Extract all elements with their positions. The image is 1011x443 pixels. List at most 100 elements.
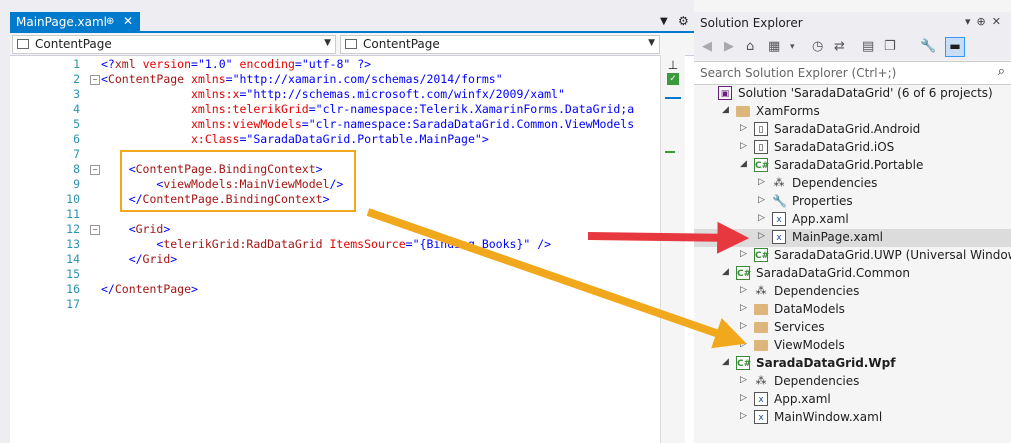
solution-tree[interactable]: ▣ Solution 'SaradaDataGrid' (6 of 6 proje… [694, 85, 1011, 443]
code-text: </Grid> [101, 252, 178, 266]
code-text: <Grid> [101, 222, 171, 236]
pin-icon[interactable]: ⊕ [106, 16, 114, 27]
collapse-icon[interactable]: ◢ [740, 159, 747, 169]
chevron-down-icon: ▼ [324, 38, 331, 48]
chevron-down-icon[interactable]: ▾ [790, 42, 795, 52]
tree-node-label: SaradaDataGrid.Portable [774, 158, 924, 172]
collapse-icon[interactable]: ◢ [722, 105, 729, 115]
tree-node[interactable]: ▷ x App.xaml [694, 211, 1011, 229]
nav-right-value: ContentPage [363, 37, 440, 51]
tree-node[interactable]: ◢ C# SaradaDataGrid.Portable [694, 157, 1011, 175]
code-line[interactable]: 6 x:Class="SaradaDataGrid.Portable.MainP… [10, 132, 660, 147]
expand-icon[interactable]: ▷ [740, 303, 747, 313]
gear-icon[interactable]: ⚙ [678, 14, 689, 28]
tree-node[interactable]: ▷ ▯ SaradaDataGrid.iOS [694, 139, 1011, 157]
code-line[interactable]: 4 xmlns:telerikGrid="clr-namespace:Teler… [10, 102, 660, 117]
code-line[interactable]: 5 xmlns:viewModels="clr-namespace:Sarada… [10, 117, 660, 132]
expand-icon[interactable]: ▷ [740, 249, 747, 259]
tree-node[interactable]: ▷ ⁂ Dependencies [694, 373, 1011, 391]
tree-node[interactable]: ◢ C# SaradaDataGrid.Common [694, 265, 1011, 283]
expand-icon[interactable]: ▷ [740, 321, 747, 331]
split-icon[interactable]: ⊥ [665, 58, 681, 72]
line-number: 1 [73, 57, 80, 71]
code-line[interactable]: 13 <telerikGrid:RadDataGrid ItemsSource=… [10, 237, 660, 252]
tree-node[interactable]: ▷ x MainPage.xaml [694, 229, 1011, 247]
tree-node[interactable]: ▷ ⁂ Dependencies [694, 175, 1011, 193]
forward-icon[interactable]: ▶ [724, 39, 734, 54]
wrench-icon: 🔧 [772, 194, 787, 208]
code-line[interactable]: 3 xmlns:x="http://schemas.microsoft.com/… [10, 87, 660, 102]
expand-icon[interactable]: ▷ [740, 123, 747, 133]
expand-icon[interactable]: ▷ [740, 411, 747, 421]
nav-scope-combo-right[interactable]: ContentPage ▼ [340, 35, 660, 54]
show-all-files-icon[interactable]: ❐ [884, 39, 896, 54]
collapse-icon[interactable]: ◢ [722, 357, 729, 367]
cs-icon: C# [736, 266, 751, 280]
code-line[interactable]: 2− <ContentPage xmlns="http://xamarin.com… [10, 72, 660, 87]
tree-node[interactable]: ▷ ▯ SaradaDataGrid.Android [694, 121, 1011, 139]
switch-views-icon[interactable]: ▦ [768, 39, 780, 54]
navigation-bar: ContentPage ▼ ContentPage ▼ [10, 33, 694, 56]
code-line[interactable]: 17 [10, 297, 660, 312]
wrench-icon[interactable]: 🔧 [920, 39, 936, 54]
expand-icon[interactable]: ▷ [758, 195, 765, 205]
tree-node-label: XamForms [756, 104, 820, 118]
tree-node-label: Dependencies [774, 374, 860, 388]
collapse-icon[interactable]: − [90, 165, 100, 175]
dep-icon: ⁂ [755, 284, 767, 297]
expand-icon[interactable]: ▷ [740, 393, 747, 403]
cs-icon: C# [736, 356, 751, 370]
code-line[interactable]: 1 <?xml version="1.0" encoding="utf-8" ?> [10, 57, 660, 72]
collapse-icon[interactable]: ◢ [722, 267, 729, 277]
tab-title: MainPage.xaml [16, 15, 107, 29]
solution-explorer-toolbar: ◀ ▶ ⌂ ▦ ▾ ◷ ⇄ ▤ ❐ 🔧 ▬ [694, 34, 1011, 60]
tree-node-label: ViewModels [774, 338, 845, 352]
sync-icon[interactable]: ⇄ [834, 39, 845, 54]
search-icon[interactable]: ⌕ [998, 64, 1005, 79]
tree-node[interactable]: ▷ x App.xaml [694, 391, 1011, 409]
line-number: 14 [66, 252, 80, 266]
search-input[interactable]: Search Solution Explorer (Ctrl+;) ⌕ [694, 61, 1011, 85]
expand-icon[interactable]: ▷ [740, 375, 747, 385]
editor-vertical-scrollbar[interactable]: ⊥ ✓ [660, 55, 685, 443]
expand-icon[interactable]: ▷ [758, 213, 765, 223]
nav-scope-combo-left[interactable]: ContentPage ▼ [12, 35, 336, 54]
code-line[interactable]: 15 [10, 267, 660, 282]
expand-icon[interactable]: ▷ [758, 177, 765, 187]
tree-node[interactable]: ▷ ViewModels [694, 337, 1011, 355]
pending-changes-icon[interactable]: ◷ [812, 39, 823, 54]
tree-node[interactable]: ▣ Solution 'SaradaDataGrid' (6 of 6 proje… [694, 85, 1011, 103]
tree-node[interactable]: ◢ C# SaradaDataGrid.Wpf [694, 355, 1011, 373]
document-tab-strip: MainPage.xaml ⊕ ✕ ▼ ⚙ [10, 0, 694, 33]
folder-icon [736, 106, 750, 117]
expand-icon[interactable]: ▷ [758, 231, 765, 241]
home-icon[interactable]: ⌂ [746, 39, 754, 54]
tree-node[interactable]: ▷ DataModels [694, 301, 1011, 319]
tree-node-label: SaradaDataGrid.Android [774, 122, 921, 136]
close-icon[interactable]: ✕ [123, 14, 133, 28]
tree-node[interactable]: ◢ XamForms [694, 103, 1011, 121]
expand-icon[interactable]: ▷ [740, 339, 747, 349]
back-icon[interactable]: ◀ [702, 39, 712, 54]
code-line[interactable]: 12− <Grid> [10, 222, 660, 237]
collapse-icon[interactable]: − [90, 225, 100, 235]
tab-list-dropdown-icon[interactable]: ▼ [660, 16, 668, 27]
tree-node[interactable]: ▷ x MainWindow.xaml [694, 409, 1011, 427]
collapse-icon[interactable]: − [90, 75, 100, 85]
tree-node[interactable]: ▷ C# SaradaDataGrid.UWP (Universal Windows… [694, 247, 1011, 265]
collapse-all-icon[interactable]: ▤ [862, 39, 874, 54]
tree-node[interactable]: ▷ 🔧 Properties [694, 193, 1011, 211]
tab-mainpage-xaml[interactable]: MainPage.xaml ⊕ ✕ [10, 12, 140, 33]
chevron-down-icon: ▼ [648, 38, 655, 48]
window-controls[interactable]: ▾⊕✕ [965, 15, 1007, 28]
code-line[interactable]: 16 </ContentPage> [10, 282, 660, 297]
expand-icon[interactable]: ▷ [740, 285, 747, 295]
preview-selected-items-icon[interactable]: ▬ [945, 37, 965, 57]
code-line[interactable]: 14 </Grid> [10, 252, 660, 267]
tree-node[interactable]: ▷ Services [694, 319, 1011, 337]
tree-node[interactable]: ▷ ⁂ Dependencies [694, 283, 1011, 301]
code-area[interactable]: 1 <?xml version="1.0" encoding="utf-8" ?>… [10, 55, 660, 443]
expand-icon[interactable]: ▷ [740, 141, 747, 151]
scroll-marker [665, 97, 681, 99]
code-editor-pane: MainPage.xaml ⊕ ✕ ▼ ⚙ ContentPage ▼ Cont… [10, 0, 694, 443]
